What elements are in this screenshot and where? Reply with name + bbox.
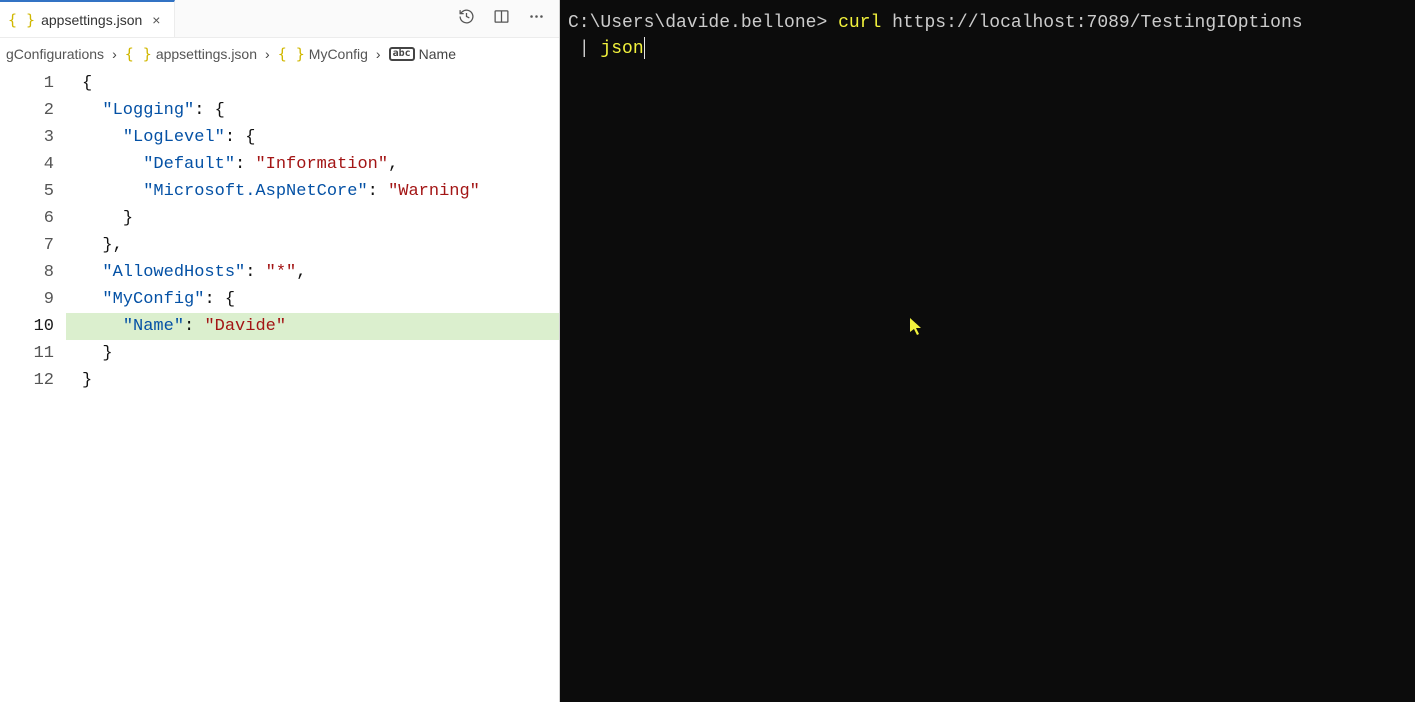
more-actions-icon[interactable] [528, 8, 545, 30]
terminal-pipe: | [568, 39, 600, 59]
code-line[interactable]: "Microsoft.AspNetCore": "Warning" [66, 178, 559, 205]
terminal-cursor [644, 37, 645, 59]
code-line[interactable]: } [66, 367, 559, 394]
code-editor[interactable]: 123456789101112 { "Logging": { "LogLevel… [0, 70, 559, 702]
terminal-prompt-sep: > [816, 13, 838, 33]
line-number: 2 [0, 97, 54, 124]
split-editor-icon[interactable] [493, 8, 510, 30]
code-line[interactable]: { [66, 70, 559, 97]
breadcrumb-item-myconfig[interactable]: { } MyConfig [278, 45, 368, 63]
code-line[interactable]: "LogLevel": { [66, 124, 559, 151]
json-object-icon: { } [278, 45, 305, 63]
line-number: 12 [0, 367, 54, 394]
line-number: 4 [0, 151, 54, 178]
breadcrumb-item-name[interactable]: abc Name [389, 46, 456, 62]
tab-actions [458, 8, 559, 30]
terminal-command-json: json [600, 39, 643, 59]
code-line[interactable]: "AllowedHosts": "*", [66, 259, 559, 286]
line-number: 9 [0, 286, 54, 313]
line-number-gutter: 123456789101112 [0, 70, 66, 702]
code-content[interactable]: { "Logging": { "LogLevel": { "Default": … [66, 70, 559, 702]
code-line[interactable]: "Name": "Davide" [66, 313, 559, 340]
code-line[interactable]: } [66, 205, 559, 232]
code-line[interactable]: "MyConfig": { [66, 286, 559, 313]
breadcrumb[interactable]: gConfigurations › { } appsettings.json ›… [0, 38, 559, 70]
chevron-right-icon: › [261, 46, 274, 62]
line-number: 7 [0, 232, 54, 259]
terminal-prompt-path: C:\Users\davide.bellone [568, 13, 816, 33]
editor-panel: { } appsettings.json × gConfigurations ›… [0, 0, 560, 702]
terminal-command-curl: curl [838, 13, 881, 33]
close-icon[interactable]: × [148, 10, 164, 30]
terminal-panel[interactable]: C:\Users\davide.bellone> curl https://lo… [560, 0, 1415, 702]
terminal-arg-url: https://localhost:7089/TestingIOptions [881, 13, 1302, 33]
string-property-icon: abc [389, 47, 415, 61]
tab-bar: { } appsettings.json × [0, 0, 559, 38]
line-number: 6 [0, 205, 54, 232]
breadcrumb-name-label: Name [419, 46, 456, 62]
line-number: 10 [0, 313, 54, 340]
line-number: 5 [0, 178, 54, 205]
terminal-line-2: | json [568, 36, 1407, 62]
code-line[interactable]: }, [66, 232, 559, 259]
chevron-right-icon: › [108, 46, 121, 62]
breadcrumb-item-configurations[interactable]: gConfigurations [6, 46, 104, 62]
tab-appsettings[interactable]: { } appsettings.json × [0, 0, 175, 37]
tab-title: appsettings.json [41, 12, 142, 28]
json-file-icon: { } [8, 11, 35, 29]
breadcrumb-file-label: appsettings.json [156, 46, 257, 62]
code-line[interactable]: } [66, 340, 559, 367]
line-number: 8 [0, 259, 54, 286]
line-number: 3 [0, 124, 54, 151]
history-icon[interactable] [458, 8, 475, 30]
mouse-cursor-icon [910, 318, 922, 336]
code-line[interactable]: "Logging": { [66, 97, 559, 124]
terminal-line-1: C:\Users\davide.bellone> curl https://lo… [568, 10, 1407, 36]
chevron-right-icon: › [372, 46, 385, 62]
json-file-icon: { } [125, 45, 152, 63]
breadcrumb-item-file[interactable]: { } appsettings.json [125, 45, 257, 63]
code-line[interactable]: "Default": "Information", [66, 151, 559, 178]
line-number: 11 [0, 340, 54, 367]
breadcrumb-myconfig-label: MyConfig [309, 46, 368, 62]
line-number: 1 [0, 70, 54, 97]
